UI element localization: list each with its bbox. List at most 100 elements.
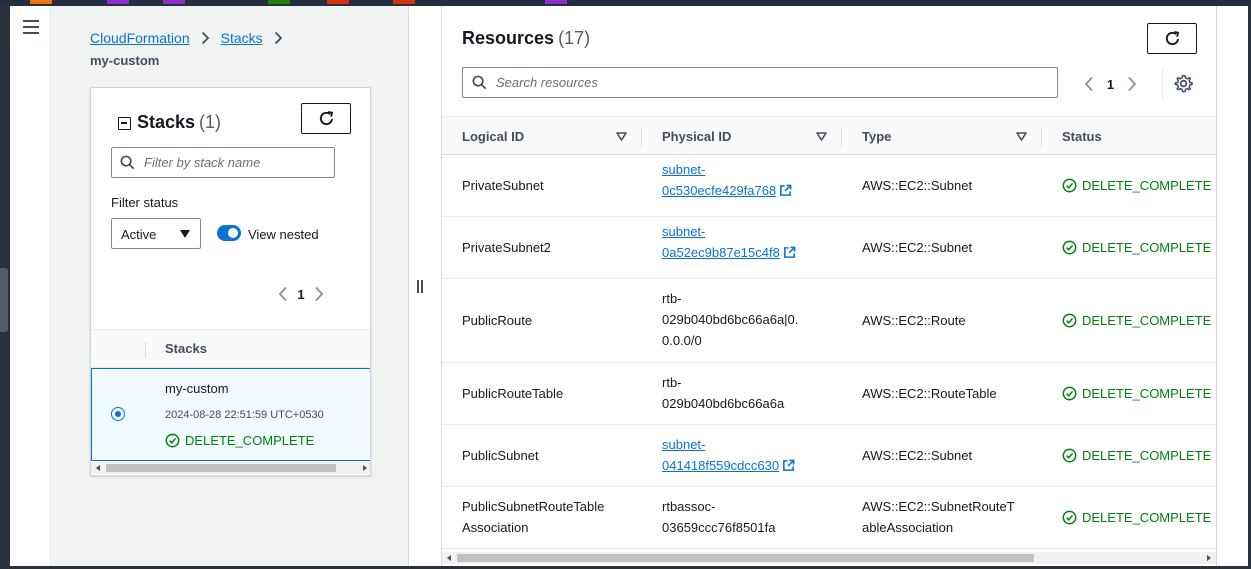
breadcrumb-cloudformation-link[interactable]: CloudFormation <box>90 30 190 46</box>
table-row: PublicRoute rtb- 029b040bd6bc66a6a|0. 0.… <box>442 279 1216 363</box>
sort-caret-icon[interactable] <box>816 132 827 141</box>
stacks-page-number[interactable]: 1 <box>289 287 313 302</box>
resources-table-header: Logical ID Physical ID Type Status <box>442 116 1216 155</box>
physical-id-cell: subnet- 0c530ecfe429fa768 <box>662 159 792 201</box>
physical-id-link[interactable]: 0c530ecfe429fa768 <box>662 183 776 198</box>
breadcrumb: CloudFormation Stacks <box>90 30 294 46</box>
stack-status: DELETE_COMPLETE <box>165 433 314 448</box>
status-success-icon <box>165 433 180 448</box>
resources-page-number[interactable]: 1 <box>1095 77 1126 92</box>
physical-id-link[interactable]: 0a52ec9b87e15c4f8 <box>662 245 780 260</box>
filter-status-label: Filter status <box>111 195 179 210</box>
type-text: ableAssociation <box>862 520 954 535</box>
scroll-left-icon[interactable] <box>447 555 451 561</box>
status-cell: DELETE_COMPLETE <box>1062 445 1211 466</box>
table-row: PrivateSubnet subnet- 0c530ecfe429fa768 … <box>442 155 1216 217</box>
navigation-column <box>10 6 51 566</box>
sort-caret-icon[interactable] <box>1016 132 1027 141</box>
type-cell: AWS::EC2::Route <box>862 313 966 328</box>
split-pane-resize-handle[interactable] <box>416 280 424 294</box>
type-cell: AWS::EC2::SubnetRouteT ableAssociation <box>862 496 1015 538</box>
status-text: DELETE_COMPLETE <box>1082 313 1212 328</box>
refresh-resources-button[interactable] <box>1147 23 1197 54</box>
physical-id-text: 0.0.0/0 <box>662 333 702 348</box>
resources-pagination: 1 <box>1083 76 1138 92</box>
previous-page-icon[interactable] <box>1083 76 1095 92</box>
physical-id-text: 029b040bd6bc66a6a|0. <box>662 312 799 327</box>
table-row: PrivateSubnet2 subnet- 0a52ec9b87e15c4f8… <box>442 217 1216 279</box>
logical-id-cell: PublicSubnet <box>462 448 539 463</box>
physical-id-link[interactable]: subnet- <box>662 162 705 177</box>
stack-select-radio[interactable] <box>111 407 125 421</box>
column-header-status[interactable]: Status <box>1062 129 1102 144</box>
physical-id-text: rtb- <box>662 375 682 390</box>
column-divider[interactable] <box>841 127 842 147</box>
physical-id-link[interactable]: subnet- <box>662 437 705 452</box>
stack-name[interactable]: my-custom <box>165 381 229 396</box>
view-nested-toggle[interactable] <box>217 225 241 241</box>
next-page-icon[interactable] <box>1126 76 1138 92</box>
physical-id-text: rtbassoc- <box>662 499 716 514</box>
resources-count: (17) <box>558 28 591 48</box>
breadcrumb-stacks-link[interactable]: Stacks <box>221 30 263 46</box>
table-row: PublicSubnet subnet- 041418f559cdcc630 A… <box>442 425 1216 487</box>
settings-gear-icon[interactable] <box>1174 74 1193 93</box>
status-text: DELETE_COMPLETE <box>1082 386 1212 401</box>
filter-status-value: Active <box>121 227 157 242</box>
refresh-stacks-button[interactable] <box>301 103 351 134</box>
column-divider[interactable] <box>1041 127 1042 147</box>
previous-page-icon[interactable] <box>277 286 289 302</box>
external-link-icon[interactable] <box>783 246 796 259</box>
collapse-icon[interactable] <box>118 117 131 130</box>
physical-id-link[interactable]: subnet- <box>662 224 705 239</box>
sort-caret-icon[interactable] <box>616 132 627 141</box>
column-header-physical-id[interactable]: Physical ID <box>662 129 731 144</box>
scroll-right-icon[interactable] <box>1207 555 1211 561</box>
stacks-panel-title: Stacks (1) <box>137 112 221 133</box>
external-link-icon[interactable] <box>779 184 792 197</box>
status-text: DELETE_COMPLETE <box>1082 178 1212 193</box>
column-header-logical-id[interactable]: Logical ID <box>462 129 524 144</box>
column-header-type[interactable]: Type <box>862 129 891 144</box>
type-cell: AWS::EC2::Subnet <box>862 448 973 463</box>
table-row: PublicRouteTable rtb- 029b040bd6bc66a6a … <box>442 363 1216 425</box>
status-success-icon <box>1062 178 1077 193</box>
stacks-count: (1) <box>199 112 222 132</box>
resources-panel: Resources(17) 1 Logical ID Physical ID T… <box>441 6 1217 566</box>
chevron-right-icon <box>274 31 282 45</box>
hamburger-menu-icon[interactable] <box>23 20 39 34</box>
breadcrumb-current-stack: my-custom <box>90 53 160 68</box>
logical-id-text: Association <box>462 520 529 535</box>
toolbar-divider <box>1162 68 1163 100</box>
physical-id-cell: rtb- 029b040bd6bc66a6a <box>662 372 784 414</box>
scroll-right-icon[interactable] <box>363 465 367 471</box>
resource-search[interactable] <box>462 67 1058 98</box>
side-edge-tab[interactable] <box>0 268 8 332</box>
physical-id-cell: rtb- 029b040bd6bc66a6a|0. 0.0.0/0 <box>662 288 798 351</box>
stacks-horizontal-scrollbar[interactable] <box>91 462 370 474</box>
resource-search-input[interactable] <box>496 75 1057 90</box>
logical-id-text: PublicSubnetRouteTable <box>462 499 605 514</box>
type-cell: AWS::EC2::RouteTable <box>862 386 997 401</box>
resources-horizontal-scrollbar[interactable] <box>442 552 1216 564</box>
physical-id-cell: rtbassoc- 03659ccc76f8501fa <box>662 496 775 538</box>
stack-row[interactable]: my-custom 2024-08-28 22:51:59 UTC+0530 D… <box>91 368 370 461</box>
column-divider[interactable] <box>641 127 642 147</box>
scrollbar-thumb[interactable] <box>457 554 1034 562</box>
stack-filter-search[interactable] <box>111 147 335 178</box>
physical-id-link[interactable]: 041418f559cdcc630 <box>662 458 779 473</box>
stack-filter-input[interactable] <box>144 155 334 170</box>
scroll-left-icon[interactable] <box>96 465 100 471</box>
stack-created-time: 2024-08-28 22:51:59 UTC+0530 <box>165 409 324 421</box>
scrollbar-thumb[interactable] <box>106 464 336 472</box>
type-text: AWS::EC2::SubnetRouteT <box>862 499 1015 514</box>
external-link-icon[interactable] <box>782 459 795 472</box>
type-cell: AWS::EC2::Subnet <box>862 178 973 193</box>
status-success-icon <box>1062 240 1077 255</box>
column-divider <box>145 342 146 358</box>
table-row: PublicSubnetRouteTable Association rtbas… <box>442 487 1216 549</box>
filter-status-select[interactable]: Active <box>111 218 201 249</box>
tab-color-chip <box>393 0 415 4</box>
stacks-column-header: Stacks <box>165 341 207 356</box>
next-page-icon[interactable] <box>313 286 325 302</box>
